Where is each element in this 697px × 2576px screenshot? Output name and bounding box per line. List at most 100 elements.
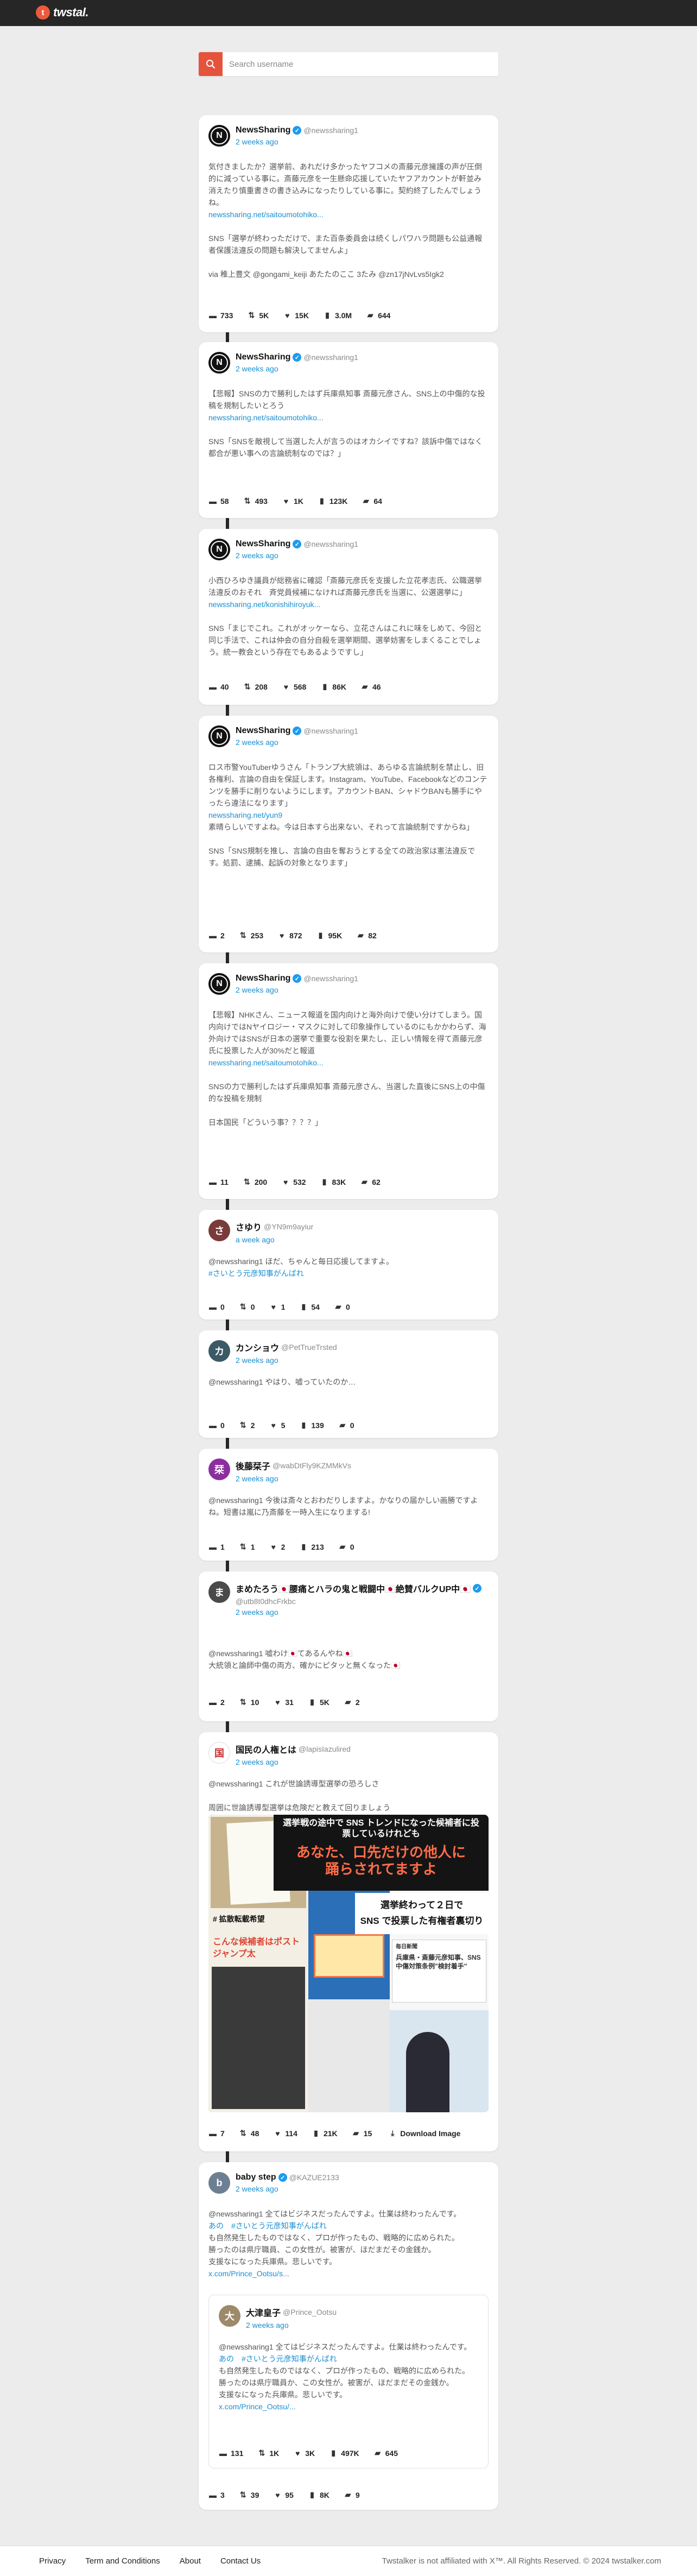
like-count[interactable]: ♥ 1K [282, 497, 303, 506]
tweet-link[interactable]: newssharing.net/saitoumotohiko... [208, 1057, 489, 1069]
repost-count[interactable]: ⇅ 208 [243, 682, 268, 691]
avatar[interactable]: N [208, 973, 230, 995]
repost-count[interactable]: ⇅ 39 [239, 2490, 259, 2499]
avatar[interactable]: b [208, 2172, 230, 2194]
repost-count[interactable]: ⇅ 10 [239, 1697, 259, 1707]
reply-count[interactable]: ▬ 733 [208, 311, 233, 320]
attached-image[interactable]: # 拡散転載希望 こんな候補者はポスト ジャンプ太 毎日新聞 兵庫県・斎藤元彦知… [208, 1815, 489, 2112]
reply-count[interactable]: ▬ 131 [219, 2449, 243, 2458]
author-handle[interactable]: @newssharing1 [303, 540, 358, 548]
avatar[interactable]: N [208, 539, 230, 560]
timestamp[interactable]: 2 weeks ago [236, 986, 358, 994]
reply-count[interactable]: ▬ 40 [208, 683, 229, 691]
avatar[interactable]: ま [208, 1581, 230, 1603]
author-handle[interactable]: @YN9m9ayiur [264, 1222, 313, 1231]
search-input[interactable] [223, 52, 494, 76]
author-handle[interactable]: @newssharing1 [303, 974, 358, 983]
like-count[interactable]: ♥ 2 [269, 1543, 285, 1551]
tweet-link[interactable]: newssharing.net/konishihiroyuk... [208, 598, 489, 610]
like-count[interactable]: ♥ 3K [293, 2449, 315, 2458]
timestamp[interactable]: 2 weeks ago [236, 1608, 481, 1617]
timestamp[interactable]: 2 weeks ago [236, 2184, 339, 2193]
author-name[interactable]: NewsSharing [236, 125, 290, 135]
author-name[interactable]: NewsSharing [236, 726, 290, 736]
repost-count[interactable]: ⇅ 1K [257, 2448, 279, 2458]
timestamp[interactable]: 2 weeks ago [236, 1356, 337, 1365]
bookmark-count[interactable]: ▰ 644 [366, 311, 391, 320]
reply-count[interactable]: ▬ 2 [208, 931, 225, 940]
avatar[interactable]: 栞 [208, 1459, 230, 1480]
repost-count[interactable]: ⇅ 200 [243, 1177, 267, 1186]
tweet-link[interactable]: newssharing.net/saitoumotohiko... [208, 412, 489, 424]
like-count[interactable]: ♥ 95 [273, 2491, 294, 2499]
avatar[interactable]: さ [208, 1220, 230, 1241]
like-count[interactable]: ♥ 15K [283, 311, 309, 320]
hashtag-link[interactable]: #さいとう元彦知事がんばれ [208, 1267, 489, 1279]
footer-link-contact[interactable]: Contact Us [220, 2556, 261, 2566]
bookmark-count[interactable]: ▰ 15 [352, 2129, 372, 2138]
reply-count[interactable]: ▬ 0 [208, 1303, 225, 1311]
bookmark-count[interactable]: ▰ 82 [356, 931, 377, 940]
author-name[interactable]: NewsSharing [236, 539, 290, 549]
quoted-tweet[interactable]: 大 大津皇子 @Prince_Ootsu 2 weeks ago @newssha… [208, 2295, 489, 2468]
timestamp[interactable]: a week ago [236, 1235, 313, 1244]
repost-count[interactable]: ⇅ 0 [239, 1302, 255, 1311]
bookmark-count[interactable]: ▰ 62 [360, 1177, 381, 1186]
author-name[interactable]: baby step [236, 2173, 276, 2182]
repost-count[interactable]: ⇅ 2 [239, 1420, 255, 1430]
tweet-link[interactable]: x.com/Prince_Ootsu/... [219, 2401, 478, 2413]
bookmark-count[interactable]: ▰ 0 [338, 1420, 354, 1430]
like-count[interactable]: ♥ 532 [281, 1178, 306, 1186]
timestamp[interactable]: 2 weeks ago [236, 551, 358, 560]
repost-count[interactable]: ⇅ 1 [239, 1542, 255, 1551]
bookmark-count[interactable]: ▰ 0 [338, 1542, 354, 1551]
hashtag-link[interactable]: あの #さいとう元彦知事がんばれ [219, 2353, 478, 2365]
reply-count[interactable]: ▬ 11 [208, 1178, 229, 1186]
author-handle[interactable]: @KAZUE2133 [289, 2173, 339, 2182]
author-handle[interactable]: @Prince_Ootsu [283, 2308, 337, 2316]
footer-link-about[interactable]: About [180, 2556, 201, 2566]
timestamp[interactable]: 2 weeks ago [236, 137, 358, 146]
timestamp[interactable]: 2 weeks ago [236, 364, 358, 373]
author-handle[interactable]: @lapisIazulired [299, 1745, 351, 1753]
author-handle[interactable]: @wabDtFly9KZMMkVs [273, 1461, 351, 1470]
bookmark-count[interactable]: ▰ 64 [362, 496, 382, 506]
footer-link-terms[interactable]: Term and Conditions [85, 2556, 160, 2566]
reply-count[interactable]: ▬ 58 [208, 497, 229, 506]
bookmark-count[interactable]: ▰ 9 [344, 2490, 359, 2499]
bookmark-count[interactable]: ▰ 0 [334, 1302, 350, 1311]
repost-count[interactable]: ⇅ 48 [239, 2129, 259, 2138]
avatar[interactable]: N [208, 352, 230, 374]
author-handle[interactable]: @newssharing1 [303, 126, 358, 135]
timestamp[interactable]: 2 weeks ago [236, 1474, 351, 1483]
like-count[interactable]: ♥ 114 [273, 2129, 297, 2138]
tweet-link[interactable]: x.com/Prince_Ootsu/s... [208, 2268, 489, 2280]
like-count[interactable]: ♥ 5 [269, 1421, 285, 1430]
author-name[interactable]: カンショウ [236, 1341, 279, 1354]
tweet-link[interactable]: newssharing.net/saitoumotohiko... [208, 209, 489, 220]
avatar[interactable]: カ [208, 1340, 230, 1362]
bookmark-count[interactable]: ▰ 46 [360, 682, 381, 691]
reply-count[interactable]: ▬ 0 [208, 1421, 225, 1430]
site-logo[interactable]: t twstal. [36, 5, 88, 20]
like-count[interactable]: ♥ 872 [277, 931, 302, 940]
download-image-button[interactable]: ⤓ Download Image [388, 2129, 460, 2138]
timestamp[interactable]: 2 weeks ago [236, 1758, 351, 1766]
bookmark-count[interactable]: ▰ 2 [344, 1697, 359, 1707]
tweet-link[interactable]: newssharing.net/yun9 [208, 809, 489, 821]
author-name[interactable]: まめたろう🇯🇵腰痛とハラの鬼と戦闘中🇯🇵絶賛バルクUP中🇯🇵 [236, 1582, 471, 1595]
reply-count[interactable]: ▬ 7 [208, 2129, 225, 2138]
like-count[interactable]: ♥ 31 [273, 1698, 294, 1707]
author-handle[interactable]: @PetTrueTrsted [281, 1343, 337, 1352]
avatar[interactable]: N [208, 125, 230, 147]
avatar[interactable]: N [208, 725, 230, 747]
repost-count[interactable]: ⇅ 5K [247, 311, 269, 320]
hashtag-link[interactable]: あの #さいとう元彦知事がんばれ [208, 2220, 489, 2232]
avatar[interactable]: 国 [208, 1742, 230, 1764]
reply-count[interactable]: ▬ 2 [208, 1698, 225, 1707]
like-count[interactable]: ♥ 568 [282, 683, 307, 691]
search-button[interactable] [199, 52, 223, 76]
reply-count[interactable]: ▬ 1 [208, 1543, 225, 1551]
repost-count[interactable]: ⇅ 493 [243, 496, 268, 506]
author-name[interactable]: 国民の人権とは [236, 1742, 296, 1756]
